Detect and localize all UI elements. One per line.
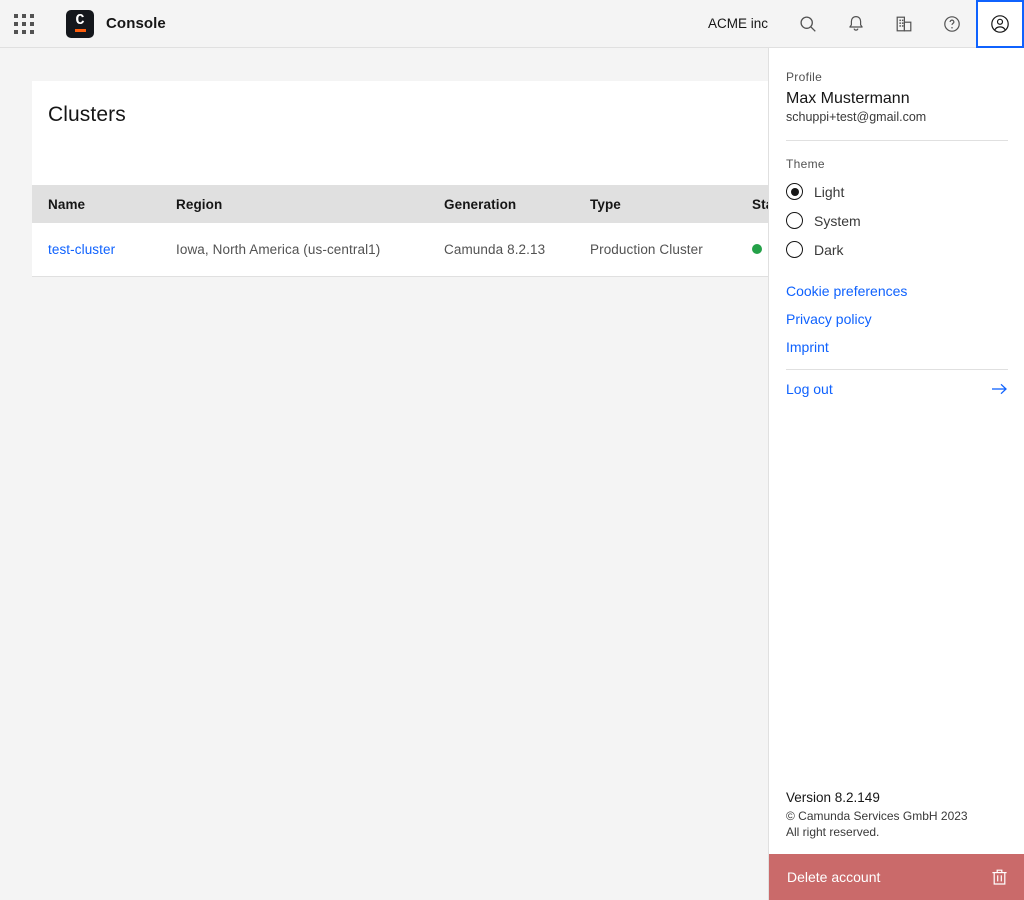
cell-generation: Camunda 8.2.13 <box>428 223 574 276</box>
copyright-line-2: All right reserved. <box>786 824 1007 840</box>
cookie-preferences-link[interactable]: Cookie preferences <box>786 277 1008 305</box>
delete-account-label: Delete account <box>787 869 880 885</box>
profile-section-label: Profile <box>786 70 1008 84</box>
logout-button[interactable]: Log out <box>786 375 1008 403</box>
header-actions: ACME inc <box>708 0 1024 48</box>
logout-label[interactable]: Log out <box>786 381 833 397</box>
status-dot-icon <box>752 244 762 254</box>
theme-option-system-label: System <box>814 213 861 229</box>
search-icon <box>798 14 818 34</box>
logo-letter: C <box>75 14 84 27</box>
profile-panel-body: Profile Max Mustermann schuppi+test@gmai… <box>769 48 1024 790</box>
search-button[interactable] <box>784 0 832 48</box>
cell-name: test-cluster <box>32 223 160 276</box>
radio-unselected-icon[interactable] <box>786 212 803 229</box>
delete-account-button[interactable]: Delete account <box>769 854 1024 900</box>
help-question-icon <box>942 14 962 34</box>
help-button[interactable] <box>928 0 976 48</box>
brand-title: Console <box>106 15 166 32</box>
app-switcher-button[interactable] <box>0 0 48 48</box>
panel-links: Cookie preferences Privacy policy Imprin… <box>786 277 1008 403</box>
arrow-right-icon <box>991 382 1008 396</box>
column-header-name[interactable]: Name <box>32 185 160 223</box>
app-header: C Console ACME inc <box>0 0 1024 48</box>
profile-panel: Profile Max Mustermann schuppi+test@gmai… <box>768 48 1024 900</box>
grid-apps-icon <box>14 14 34 34</box>
trash-can-icon <box>991 868 1008 886</box>
radio-selected-icon[interactable] <box>786 183 803 200</box>
profile-user-name: Max Mustermann <box>786 90 1008 108</box>
profile-panel-footer: Version 8.2.149 © Camunda Services GmbH … <box>769 790 1024 854</box>
brand[interactable]: C Console <box>66 10 166 38</box>
profile-user-email: schuppi+test@gmail.com <box>786 110 1008 124</box>
camunda-logo-icon: C <box>66 10 94 38</box>
radio-unselected-icon[interactable] <box>786 241 803 258</box>
imprint-link[interactable]: Imprint <box>786 333 1008 361</box>
organization-button[interactable] <box>880 0 928 48</box>
notifications-button[interactable] <box>832 0 880 48</box>
user-avatar-icon <box>989 13 1011 35</box>
organization-name: ACME inc <box>708 16 784 31</box>
theme-section-label: Theme <box>786 157 1008 171</box>
theme-option-dark-label: Dark <box>814 242 844 258</box>
profile-divider <box>786 140 1008 141</box>
column-header-type[interactable]: Type <box>574 185 736 223</box>
notification-bell-icon <box>846 14 866 34</box>
theme-option-light[interactable]: Light <box>786 177 1008 206</box>
logo-bar <box>75 29 86 32</box>
cell-type: Production Cluster <box>574 223 736 276</box>
column-header-generation[interactable]: Generation <box>428 185 574 223</box>
cluster-name-link[interactable]: test-cluster <box>48 242 115 257</box>
privacy-policy-link[interactable]: Privacy policy <box>786 305 1008 333</box>
column-header-region[interactable]: Region <box>160 185 428 223</box>
organization-building-icon <box>894 14 914 34</box>
theme-section: Theme Light System Dark <box>786 157 1008 264</box>
profile-button[interactable] <box>976 0 1024 48</box>
theme-option-light-label: Light <box>814 184 844 200</box>
copyright-line-1: © Camunda Services GmbH 2023 <box>786 808 1007 824</box>
theme-option-dark[interactable]: Dark <box>786 235 1008 264</box>
logout-divider <box>786 369 1008 370</box>
theme-option-system[interactable]: System <box>786 206 1008 235</box>
cell-region: Iowa, North America (us-central1) <box>160 223 428 276</box>
version-text: Version 8.2.149 <box>786 790 1007 805</box>
